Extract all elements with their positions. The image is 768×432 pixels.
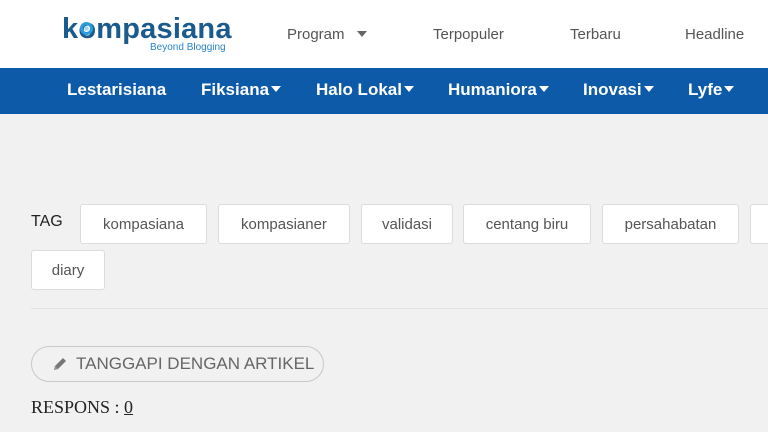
- nav-terpopuler[interactable]: Terpopuler: [433, 26, 504, 43]
- category-bar: Lestarisiana Fiksiana Halo Lokal Humanio…: [0, 68, 768, 114]
- tag-chip[interactable]: validasi: [361, 204, 453, 244]
- chevron-down-icon: [403, 85, 414, 92]
- nav-headline[interactable]: Headline: [685, 26, 744, 43]
- respond-with-article-button[interactable]: TANGGAPI DENGAN ARTIKEL: [31, 346, 324, 382]
- category-humaniora[interactable]: Humaniora: [448, 80, 549, 100]
- category-fiksiana[interactable]: Fiksiana: [201, 80, 282, 100]
- site-logo[interactable]: kompasiana Beyond Blogging: [62, 13, 232, 53]
- chevron-down-icon: [271, 85, 282, 92]
- tag-chip-partial[interactable]: [750, 204, 768, 244]
- logo-o-icon: [80, 22, 94, 35]
- logo-tagline: Beyond Blogging: [150, 42, 226, 53]
- category-halo-lokal[interactable]: Halo Lokal: [316, 80, 414, 100]
- category-lyfe[interactable]: Lyfe: [688, 80, 735, 100]
- chevron-down-icon: [724, 85, 735, 92]
- chevron-down-icon: [538, 85, 549, 92]
- nav-terbaru[interactable]: Terbaru: [570, 26, 621, 43]
- logo-wordmark: kompasiana: [62, 13, 232, 45]
- top-header: kompasiana Beyond Blogging Program Terpo…: [0, 0, 768, 68]
- tag-section-label: TAG: [31, 213, 63, 230]
- tag-chip[interactable]: persahabatan: [602, 204, 739, 244]
- tag-chip[interactable]: centang biru: [463, 204, 591, 244]
- chevron-down-icon: [643, 85, 654, 92]
- responses-count: RESPONS : 0: [31, 397, 134, 417]
- chevron-down-icon: [356, 31, 367, 38]
- responses-count-link[interactable]: 0: [124, 397, 133, 417]
- nav-program[interactable]: Program: [287, 26, 367, 43]
- category-lestarisiana[interactable]: Lestarisiana: [67, 80, 166, 100]
- tag-chip[interactable]: kompasiana: [80, 204, 207, 244]
- tag-chip[interactable]: diary: [31, 250, 105, 290]
- pencil-icon: [54, 358, 66, 370]
- tag-chip[interactable]: kompasianer: [218, 204, 350, 244]
- category-inovasi[interactable]: Inovasi: [583, 80, 654, 100]
- section-divider: [31, 308, 768, 309]
